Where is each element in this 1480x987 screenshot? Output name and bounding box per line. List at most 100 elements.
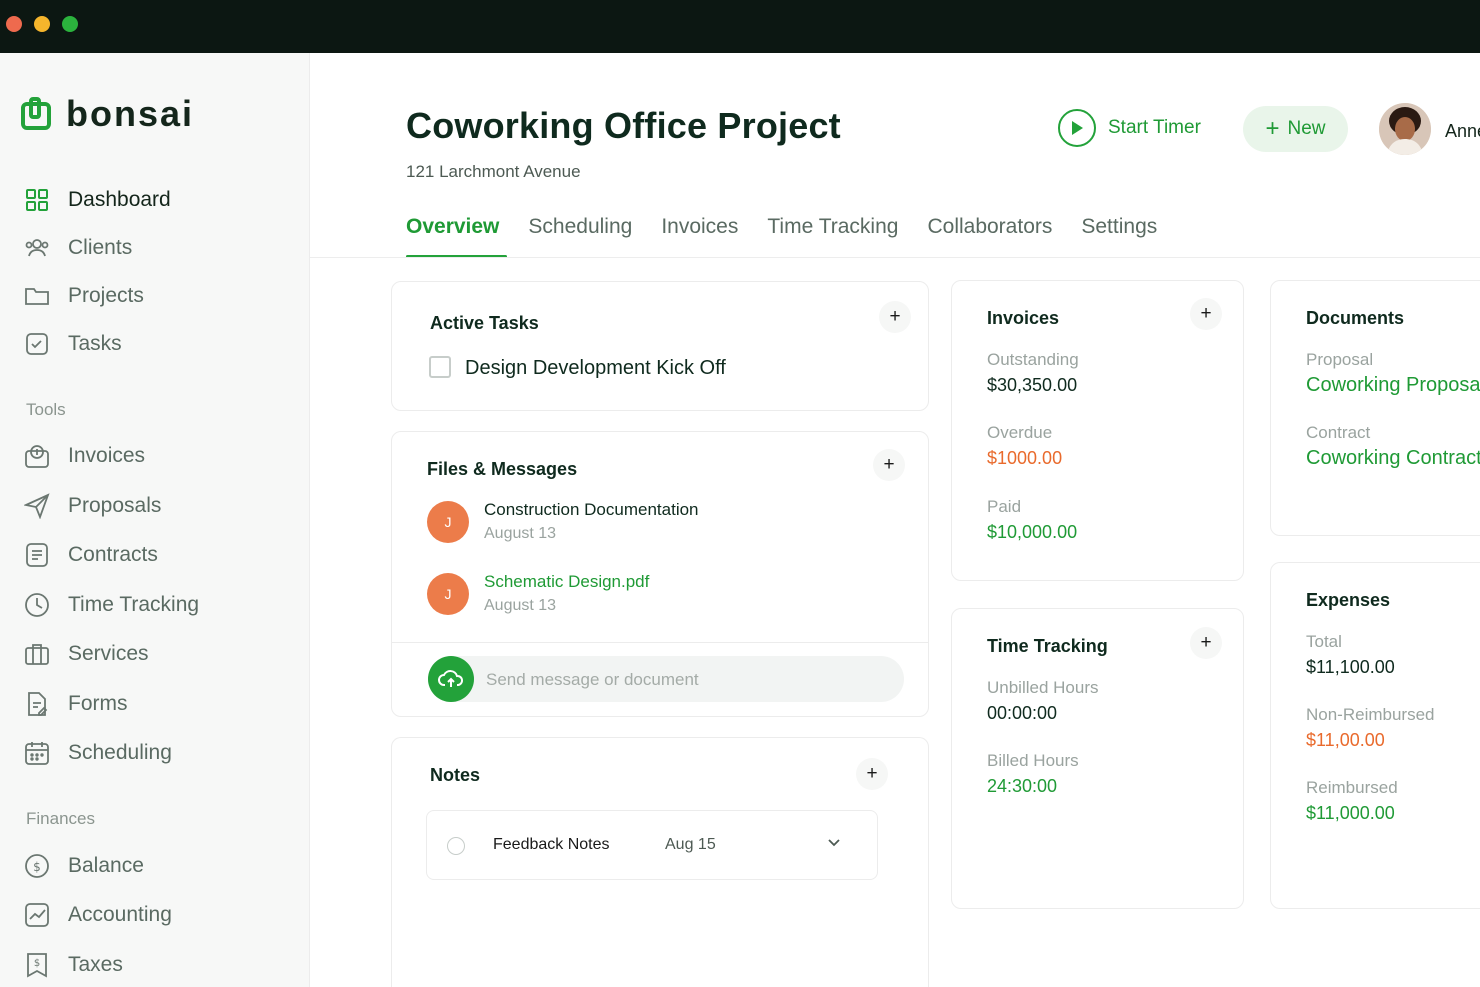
files-messages-card: Files & Messages + J Construction Docume…: [391, 431, 929, 717]
message-composer: Send message or document: [392, 642, 928, 718]
sidebar-item-tasks[interactable]: Tasks: [24, 328, 294, 360]
sidebar-item-dashboard[interactable]: Dashboard: [24, 184, 294, 216]
tax-icon: $: [24, 952, 50, 978]
tab-time-tracking[interactable]: Time Tracking: [767, 215, 898, 257]
plus-icon: +: [1265, 115, 1280, 142]
sidebar-item-accounting[interactable]: Accounting: [24, 899, 294, 931]
message-placeholder: Send message or document: [486, 670, 699, 689]
sidebar-item-label: Scheduling: [68, 741, 172, 764]
message-date: August 13: [484, 597, 557, 614]
project-tabs: Overview Scheduling Invoices Time Tracki…: [406, 215, 1186, 259]
window-titlebar: [0, 0, 1480, 53]
tabs-divider: [310, 257, 1480, 258]
invoice-icon: [24, 443, 50, 469]
active-tasks-title: Active Tasks: [430, 313, 539, 333]
time-tracking-card: Time Tracking + Unbilled Hours 00:00:00 …: [951, 608, 1244, 909]
add-task-button[interactable]: +: [879, 301, 911, 333]
outstanding-value: $30,350.00: [987, 375, 1078, 395]
sidebar-item-label: Projects: [68, 284, 144, 307]
sidebar-item-clients[interactable]: Clients: [24, 232, 294, 264]
sidebar-item-label: Dashboard: [68, 188, 171, 211]
tab-overview[interactable]: Overview: [406, 215, 508, 258]
add-time-button[interactable]: +: [1190, 627, 1222, 659]
checkbox-icon: [24, 331, 50, 357]
reimbursed-label: Reimbursed: [1306, 778, 1398, 797]
sidebar-item-label: Contracts: [68, 543, 158, 566]
non-reimbursed-value: $11,00.00: [1306, 730, 1385, 750]
clock-icon: [24, 592, 50, 618]
sidebar-item-proposals[interactable]: Proposals: [24, 490, 294, 522]
contract-icon: [24, 542, 50, 568]
sidebar-item-services[interactable]: Services: [24, 638, 294, 670]
sidebar-item-label: Forms: [68, 692, 128, 715]
upload-button[interactable]: [428, 656, 474, 702]
calendar-icon: [24, 740, 50, 766]
window-maximize-button[interactable]: [62, 16, 78, 32]
sidebar-item-time-tracking[interactable]: Time Tracking: [24, 589, 294, 621]
start-timer-button[interactable]: Start Timer: [1058, 109, 1201, 147]
sidebar-item-label: Services: [68, 642, 149, 665]
non-reimbursed-label: Non-Reimbursed: [1306, 705, 1435, 724]
sidebar-item-label: Clients: [68, 236, 133, 259]
sidebar-item-forms[interactable]: Forms: [24, 688, 294, 720]
billed-hours-value: 24:30:00: [987, 776, 1058, 796]
new-button-label: New: [1287, 118, 1326, 139]
start-timer-label: Start Timer: [1108, 117, 1201, 138]
message-date: August 13: [484, 525, 557, 542]
tab-settings[interactable]: Settings: [1081, 215, 1157, 257]
sidebar-item-contracts[interactable]: Contracts: [24, 539, 294, 571]
sidebar-item-label: Tasks: [68, 332, 122, 355]
sidebar-item-balance[interactable]: $ Balance: [24, 850, 294, 882]
task-checkbox[interactable]: [429, 356, 451, 378]
window-close-button[interactable]: [6, 16, 22, 32]
outstanding-label: Outstanding: [987, 350, 1079, 369]
invoices-card: Invoices + Outstanding $30,350.00 Overdu…: [951, 280, 1244, 581]
paid-value: $10,000.00: [987, 522, 1078, 542]
total-expenses-label: Total: [1306, 632, 1342, 651]
new-button[interactable]: + New: [1243, 106, 1348, 152]
overdue-value: $1000.00: [987, 448, 1063, 468]
sidebar-section-tools: Tools: [26, 400, 66, 419]
brand-name: bonsai: [66, 93, 195, 134]
chart-icon: [24, 902, 50, 928]
user-name[interactable]: Anne: [1445, 121, 1480, 142]
file-link[interactable]: Schematic Design.pdf: [484, 572, 649, 592]
task-label[interactable]: Design Development Kick Off: [465, 357, 726, 380]
time-tracking-title: Time Tracking: [987, 636, 1108, 656]
sidebar-item-scheduling[interactable]: Scheduling: [24, 737, 294, 769]
proposal-link[interactable]: Coworking Proposal: [1306, 374, 1480, 397]
contract-link[interactable]: Coworking Contract: [1306, 447, 1480, 470]
cloud-upload-icon: [438, 670, 464, 687]
note-date: Aug 15: [665, 836, 716, 853]
sidebar-item-invoices[interactable]: Invoices: [24, 440, 294, 472]
contract-label: Contract: [1306, 423, 1371, 442]
documents-card: Documents Proposal Coworking Proposal Co…: [1270, 280, 1480, 536]
expenses-card: Expenses Total $11,100.00 Non-Reimbursed…: [1270, 562, 1480, 909]
note-radio[interactable]: [447, 837, 465, 855]
sidebar-item-label: Invoices: [68, 444, 146, 467]
form-icon: [24, 691, 50, 717]
add-note-button[interactable]: +: [856, 758, 888, 790]
sidebar-item-projects[interactable]: Projects: [24, 280, 294, 312]
message-title[interactable]: Construction Documentation: [484, 500, 699, 520]
brand-logo[interactable]: bonsai: [20, 93, 194, 135]
add-file-button[interactable]: +: [873, 449, 905, 481]
tab-collaborators[interactable]: Collaborators: [927, 215, 1052, 257]
tab-invoices[interactable]: Invoices: [661, 215, 738, 257]
files-messages-title: Files & Messages: [427, 459, 578, 479]
project-address: 121 Larchmont Avenue: [406, 162, 581, 181]
tab-scheduling[interactable]: Scheduling: [528, 215, 632, 257]
sidebar-item-taxes[interactable]: $ Taxes: [24, 949, 294, 981]
window-minimize-button[interactable]: [34, 16, 50, 32]
add-invoice-button[interactable]: +: [1190, 298, 1222, 330]
unbilled-hours-value: 00:00:00: [987, 703, 1058, 723]
sidebar-item-label: Accounting: [68, 903, 172, 926]
notes-title: Notes: [430, 765, 481, 785]
sidebar-item-label: Time Tracking: [68, 593, 200, 616]
billed-hours-label: Billed Hours: [987, 751, 1079, 770]
note-item[interactable]: Feedback Notes Aug 15: [426, 810, 878, 880]
user-avatar[interactable]: [1379, 103, 1431, 155]
bonsai-logo-icon: [21, 97, 51, 130]
chevron-down-icon[interactable]: [827, 838, 841, 848]
proposal-label: Proposal: [1306, 350, 1374, 369]
